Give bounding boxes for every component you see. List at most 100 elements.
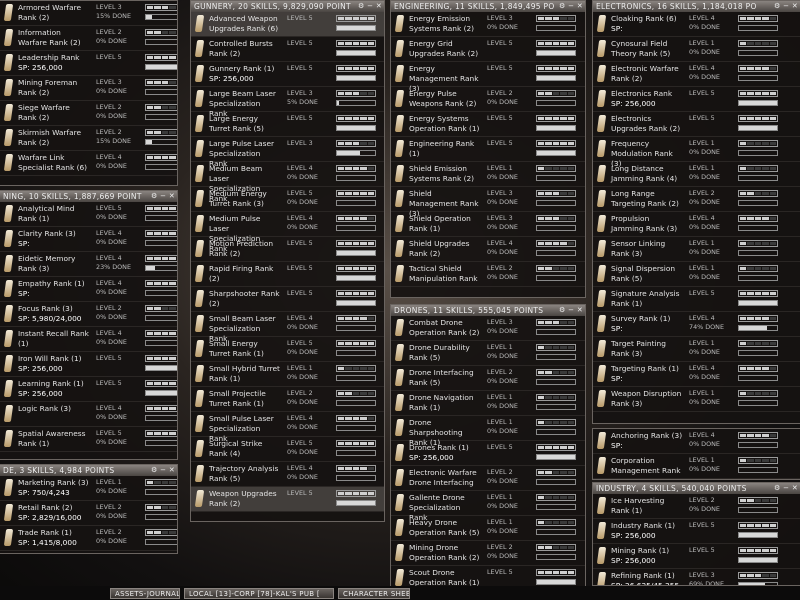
skill-row[interactable]: Eidetic Memory Rank (3) LEVEL 4 23% DONE bbox=[0, 252, 177, 277]
skill-row[interactable]: Signature Analysis Rank (1) LEVEL 5 bbox=[593, 287, 800, 312]
skill-row[interactable]: Frequency Modulation Rank (3) LEVEL 1 0% D… bbox=[593, 137, 800, 168]
skill-row[interactable]: Long Distance Jamming Rank (4) LEVEL 1 0% … bbox=[593, 162, 800, 187]
skill-row[interactable]: Energy Pulse Weapons Rank (2) LEVEL 2 0% D… bbox=[391, 87, 585, 112]
skill-row[interactable]: Instant Recall Rank (1) LEVEL 4 0% DONE bbox=[0, 327, 177, 352]
skill-row[interactable]: Drone Navigation Rank (1) LEVEL 1 0% DONE bbox=[391, 391, 585, 416]
skill-row[interactable]: Sensor Linking Rank (3) LEVEL 1 0% DONE bbox=[593, 237, 800, 262]
skill-row[interactable]: Information Warfare Rank (2) LEVEL 2 0% DO… bbox=[0, 26, 177, 51]
skill-row[interactable]: Electronic Warfare Rank (2) LEVEL 4 0% DON… bbox=[593, 62, 800, 87]
skill-row[interactable]: Mining Rank (1) SP: 256,000 LEVEL 5 bbox=[593, 544, 800, 569]
skill-row[interactable]: Iron Will Rank (1) SP: 256,000 LEVEL 5 bbox=[0, 352, 177, 377]
skill-row[interactable]: Electronic Warfare Drone Interfacing LEVE… bbox=[391, 466, 585, 491]
window-controls[interactable]: ⚙ − ✕ bbox=[557, 1, 583, 12]
skill-row[interactable]: Small Projectile Turret Rank (1) LEVEL 20… bbox=[191, 387, 384, 412]
skill-row[interactable]: Shield Operation Rank (1) LEVEL 3 0% DONE bbox=[391, 212, 585, 237]
skill-row[interactable]: Medium Beam Laser Specialization Rank LEV… bbox=[191, 162, 384, 203]
skill-row[interactable]: Combat Drone Operation Rank (2) LEVEL 3 0%… bbox=[391, 316, 585, 341]
skill-row[interactable]: Armored Warfare Rank (2) LEVEL 3 15% DONE bbox=[0, 1, 177, 26]
skill-row[interactable]: Small Beam Laser Specialization Rank LEVE… bbox=[191, 312, 384, 343]
window-controls[interactable]: ⚙ − ✕ bbox=[772, 483, 798, 494]
skill-row[interactable]: Retail Rank (2) SP: 2,829/16,000 LEVEL 2 0%… bbox=[0, 501, 177, 526]
skill-row[interactable]: Small Hybrid Turret Rank (1) LEVEL 1 0% DO… bbox=[191, 362, 384, 387]
skill-row[interactable]: Gunnery Rank (1) SP: 256,000 LEVEL 5 bbox=[191, 62, 384, 87]
skill-row[interactable]: Shield Management Rank (3) LEVEL 3 0% DONE bbox=[391, 187, 585, 218]
skill-row[interactable]: Mining Foreman Rank (2) LEVEL 3 0% DONE bbox=[0, 76, 177, 101]
skill-row[interactable]: Warfare Link Specialist Rank (6) LEVEL 40… bbox=[0, 151, 177, 176]
window-controls[interactable]: ⚙ − ✕ bbox=[557, 305, 583, 316]
window-title[interactable]: INDUSTRY, 4 SKILLS, 540,040 POINTS ⚙ − ✕ bbox=[593, 483, 800, 494]
skill-row[interactable]: Tactical Shield Manipulation Rank LEVEL 2… bbox=[391, 262, 585, 287]
skill-row[interactable]: Cynosural Field Theory Rank (5) LEVEL 1 0%… bbox=[593, 37, 800, 62]
skill-row[interactable]: Clarity Rank (3) SP: LEVEL 4 0% DONE bbox=[0, 227, 177, 252]
skill-row[interactable]: Trajectory Analysis Rank (5) LEVEL 4 0% DO… bbox=[191, 462, 384, 487]
skill-row[interactable]: Drone Interfacing Rank (5) LEVEL 2 0% DONE bbox=[391, 366, 585, 391]
skill-row[interactable]: Industry Rank (1) SP: 256,000 LEVEL 5 bbox=[593, 519, 800, 544]
skill-row[interactable]: Medium Pulse Laser Specialization Rank LE… bbox=[191, 212, 384, 253]
taskbar-character-sheet[interactable]: CHARACTER SHEET bbox=[338, 588, 410, 599]
window-controls[interactable]: ⚙ − ✕ bbox=[356, 1, 382, 12]
skill-row[interactable]: Energy Management Rank (3) LEVEL 5 bbox=[391, 62, 585, 93]
skill-row[interactable]: Long Range Targeting Rank (2) LEVEL 2 0% D… bbox=[593, 187, 800, 212]
skill-row[interactable]: Cloaking Rank (6) SP: LEVEL 4 0% DONE bbox=[593, 12, 800, 37]
skill-row[interactable]: Leadership Rank (1)SP: 256,000 LEVEL 5 bbox=[0, 51, 177, 76]
skill-row[interactable]: Motion Prediction Rank (2) LEVEL 5 bbox=[191, 237, 384, 262]
skill-row[interactable]: Drone Durability Rank (5) LEVEL 1 0% DONE bbox=[391, 341, 585, 366]
skill-row[interactable]: Shield Emission Systems Rank (2) LEVEL 10… bbox=[391, 162, 585, 187]
window-title[interactable]: ENGINEERING, 11 SKILLS, 1,849,495 PO ⚙ − … bbox=[391, 1, 585, 12]
skill-row[interactable]: Refining Rank (1) SP: 26,625/45,255 LEVEL … bbox=[593, 569, 800, 585]
skill-row[interactable]: Large Energy Turret Rank (5) LEVEL 5 bbox=[191, 112, 384, 137]
skill-row[interactable]: Sharpshooter Rank (2) LEVEL 5 bbox=[191, 287, 384, 312]
skill-row[interactable]: Corporation Management Rank LEVEL 1 0% DON… bbox=[593, 454, 800, 479]
skill-row[interactable]: Energy Grid Upgrades Rank (2) LEVEL 5 bbox=[391, 37, 585, 62]
skill-row[interactable]: Engineering Rank (1) LEVEL 5 bbox=[391, 137, 585, 162]
taskbar-local-chat[interactable]: LOCAL [13]-CORP [78]-KAL'S PUB [ bbox=[184, 588, 334, 599]
skill-row[interactable]: Advanced Weapon Upgrades Rank (6) LEVEL 5 bbox=[191, 12, 384, 37]
skill-row[interactable]: Weapon Disruption Rank (3) LEVEL 1 0% DONE bbox=[593, 387, 800, 412]
skill-row[interactable]: Surgical Strike Rank (4) LEVEL 5 0% DONE bbox=[191, 437, 384, 462]
skill-row[interactable]: Shield Upgrades Rank (2) LEVEL 4 0% DONE bbox=[391, 237, 585, 262]
skill-row[interactable]: Trade Rank (1) SP: 1,415/8,000 LEVEL 2 0% D… bbox=[0, 526, 177, 551]
skill-row[interactable]: Controlled Bursts Rank (2) LEVEL 5 bbox=[191, 37, 384, 62]
taskbar-assets-journal[interactable]: ASSETS-JOURNAL bbox=[110, 588, 180, 599]
skill-row[interactable]: Spatial Awareness Rank (1) LEVEL 5 0% DONE bbox=[0, 427, 177, 452]
skill-row[interactable]: Learning Rank (1) SP: 256,000 LEVEL 5 bbox=[0, 377, 177, 402]
skill-row[interactable]: Propulsion Jamming Rank (3) LEVEL 4 0% DON… bbox=[593, 212, 800, 237]
skill-row[interactable]: Ice Harvesting Rank (1) LEVEL 2 0% DONE bbox=[593, 494, 800, 519]
window-title[interactable]: DE, 3 SKILLS, 4,984 POINTS ⚙ − ✕ bbox=[0, 465, 177, 476]
skill-row[interactable]: Signal Dispersion Rank (5) LEVEL 1 0% DONE bbox=[593, 262, 800, 287]
skill-row[interactable]: Medium Energy Turret Rank (3) LEVEL 5 0% D… bbox=[191, 187, 384, 212]
window-controls[interactable]: ⚙ − ✕ bbox=[772, 1, 798, 12]
window-title[interactable]: NING, 10 SKILLS, 1,887,669 POINT ⚙ − ✕ bbox=[0, 191, 177, 202]
skill-row[interactable]: Skirmish Warfare Rank (2) LEVEL 2 15% DONE bbox=[0, 126, 177, 151]
skill-row[interactable]: Weapon Upgrades Rank (2) LEVEL 5 bbox=[191, 487, 384, 512]
window-title[interactable]: DRONES, 11 SKILLS, 555,045 POINTS ⚙ − ✕ bbox=[391, 305, 585, 316]
window-title[interactable]: ELECTRONICS, 16 SKILLS, 1,184,018 PO ⚙ − … bbox=[593, 1, 800, 12]
skill-row[interactable]: Mining Drone Operation Rank (2) LEVEL 2 0%… bbox=[391, 541, 585, 566]
skill-row[interactable]: Heavy Drone Operation Rank (5) LEVEL 1 0% … bbox=[391, 516, 585, 541]
skill-row[interactable]: Target Painting Rank (3) LEVEL 1 0% DONE bbox=[593, 337, 800, 362]
window-title[interactable]: GUNNERY, 20 SKILLS, 9,829,090 POINT ⚙ − ✕ bbox=[191, 1, 384, 12]
skill-row[interactable]: Energy Emission Systems Rank (2) LEVEL 30… bbox=[391, 12, 585, 37]
skill-row[interactable]: Analytical Mind Rank (1) LEVEL 5 0% DONE bbox=[0, 202, 177, 227]
skill-row[interactable]: Empathy Rank (1) SP: LEVEL 4 0% DONE bbox=[0, 277, 177, 302]
skill-row[interactable]: Siege Warfare Rank (2) LEVEL 2 0% DONE bbox=[0, 101, 177, 126]
skill-row[interactable]: Drone Sharpshooting Rank (1) LEVEL 1 0% DO… bbox=[391, 416, 585, 447]
skill-row[interactable]: Electronics Rank (1)SP: 256,000 LEVEL 5 bbox=[593, 87, 800, 112]
skill-row[interactable]: Marketing Rank (3) SP: 750/4,243 LEVEL 1 0%… bbox=[0, 476, 177, 501]
skill-row[interactable]: Drones Rank (1) SP: 256,000 LEVEL 5 bbox=[391, 441, 585, 466]
skill-row[interactable]: Survey Rank (1) SP: LEVEL 4 74% DONE bbox=[593, 312, 800, 337]
window-controls[interactable]: ⚙ − ✕ bbox=[149, 191, 175, 202]
skill-row[interactable]: Rapid Firing Rank (2) LEVEL 5 bbox=[191, 262, 384, 287]
skill-row[interactable]: Electronics Upgrades Rank (2) LEVEL 5 bbox=[593, 112, 800, 137]
skill-row[interactable]: Targeting Rank (1) SP: LEVEL 4 0% DONE bbox=[593, 362, 800, 387]
skill-row[interactable]: Gallente Drone Specialization Rank LEVEL … bbox=[391, 491, 585, 522]
skill-row[interactable]: Focus Rank (3) SP: 5,980/24,000 LEVEL 2 0% … bbox=[0, 302, 177, 327]
skill-row[interactable]: Small Energy Turret Rank (1) LEVEL 5 0% DO… bbox=[191, 337, 384, 362]
skill-row[interactable]: Logic Rank (3) LEVEL 4 0% DONE bbox=[0, 402, 177, 427]
skill-row[interactable]: Large Beam Laser Specialization Rank LEVE… bbox=[191, 87, 384, 118]
skill-row[interactable]: Small Pulse Laser Specialization Rank LEV… bbox=[191, 412, 384, 443]
skill-row[interactable]: Energy Systems Operation Rank (1) LEVEL 5 bbox=[391, 112, 585, 137]
skill-row[interactable]: Large Pulse Laser Specialization Rank LEV… bbox=[191, 137, 384, 168]
skill-row[interactable]: Anchoring Rank (3) SP: LEVEL 4 0% DONE bbox=[593, 429, 800, 454]
window-controls[interactable]: ⚙ − ✕ bbox=[149, 465, 175, 476]
